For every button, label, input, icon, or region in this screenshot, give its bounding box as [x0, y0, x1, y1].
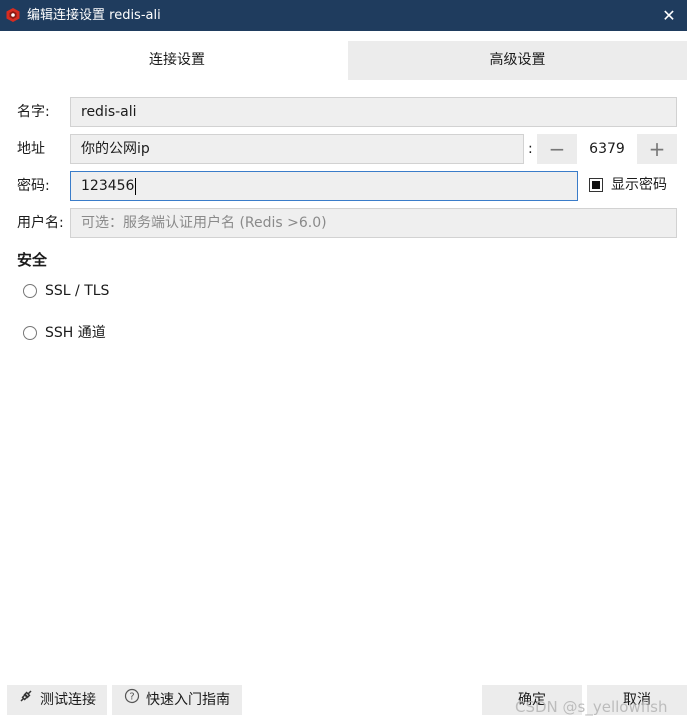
quick-start-label: 快速入门指南 [146, 692, 230, 708]
ssh-tunnel-label[interactable]: SSH 通道 [45, 324, 106, 342]
show-password-label[interactable]: 显示密码 [611, 176, 667, 194]
ssh-tunnel-radio[interactable] [23, 326, 37, 340]
window-title: 编辑连接设置 redis-ali [27, 8, 161, 23]
password-value: 123456 [81, 178, 135, 194]
username-input[interactable]: 可选：服务端认证用户名 (Redis >6.0) [70, 208, 677, 238]
tab-connection-settings[interactable]: 连接设置 [7, 41, 347, 80]
watermark: CSDN @s_yellowfish [515, 698, 668, 716]
port-input[interactable]: 6379 [577, 134, 637, 164]
name-label: 名字: [17, 104, 50, 120]
name-input[interactable]: redis-ali [70, 97, 677, 127]
password-input[interactable]: 123456 [70, 171, 578, 201]
quick-start-button[interactable]: ? 快速入门指南 [112, 685, 242, 715]
window-titlebar: 编辑连接设置 redis-ali ✕ [0, 0, 687, 31]
help-circle-icon: ? [124, 685, 140, 715]
security-section-title: 安全 [17, 251, 48, 269]
username-label: 用户名: [17, 215, 64, 231]
close-icon[interactable]: ✕ [651, 0, 687, 31]
port-separator: : [528, 141, 533, 157]
checkbox-checked-mark [592, 181, 600, 189]
ssl-tls-label[interactable]: SSL / TLS [45, 282, 109, 300]
plug-icon [18, 685, 34, 715]
test-connection-button[interactable]: 测试连接 [7, 685, 107, 715]
address-input[interactable]: 你的公网ip [70, 134, 524, 164]
ssl-tls-radio[interactable] [23, 284, 37, 298]
password-label: 密码: [17, 178, 50, 194]
svg-text:?: ? [129, 692, 134, 703]
text-caret [135, 177, 137, 195]
port-increment-button[interactable]: + [637, 134, 677, 164]
port-decrement-button[interactable]: − [537, 134, 577, 164]
port-stepper: − 6379 + [537, 134, 677, 164]
address-label: 地址 [17, 141, 45, 157]
show-password-checkbox[interactable] [589, 178, 603, 192]
redis-logo-icon [5, 7, 21, 23]
tab-advanced-settings[interactable]: 高级设置 [348, 41, 687, 80]
test-connection-label: 测试连接 [40, 692, 96, 708]
